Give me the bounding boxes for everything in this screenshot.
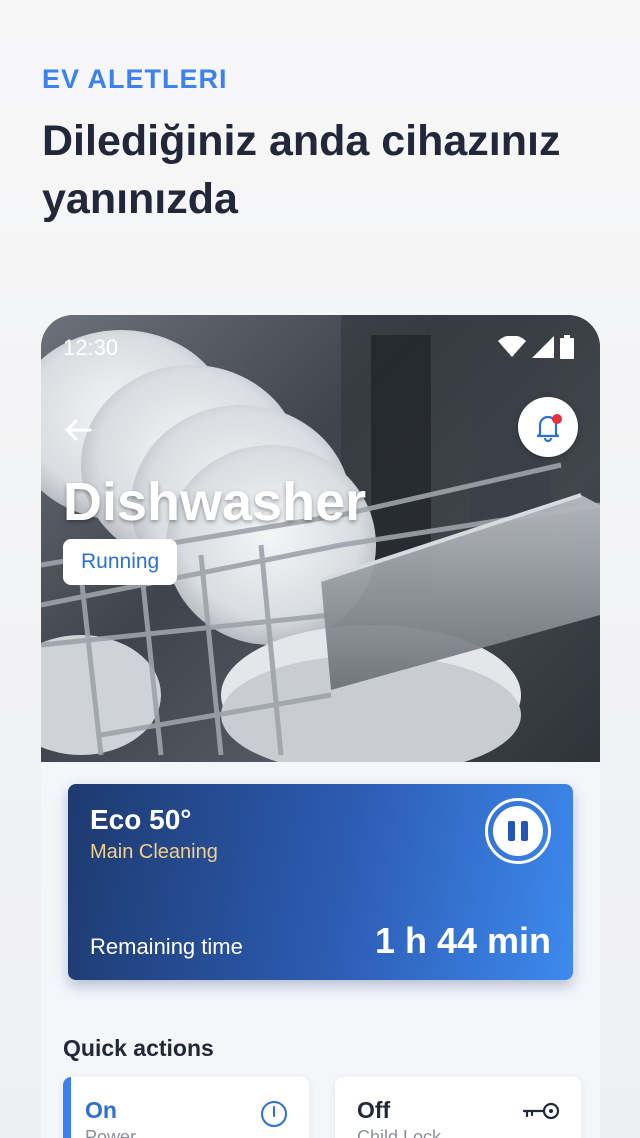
appliance-title: Dishwasher xyxy=(63,472,367,532)
status-time: 12:30 xyxy=(63,335,119,360)
arrow-left-icon xyxy=(65,419,92,441)
remaining-time-label: Remaining time xyxy=(90,934,243,959)
pause-icon xyxy=(493,806,543,856)
status-badge: Running xyxy=(63,539,178,585)
quick-action-value: Off xyxy=(357,1097,391,1123)
phone-mockup: 12:30 Dishwasher Running Eco 50° Main Cl… xyxy=(41,315,600,1138)
wifi-icon xyxy=(498,336,526,357)
signal-icon xyxy=(532,336,554,358)
quick-action-value: On xyxy=(85,1097,117,1123)
key-icon xyxy=(522,1102,560,1120)
quick-action-label: Power xyxy=(85,1127,137,1138)
quick-action-power[interactable]: On Power xyxy=(63,1077,309,1138)
quick-action-child-lock[interactable]: Off Child Lock xyxy=(335,1077,581,1138)
bell-icon xyxy=(536,414,562,443)
pause-button[interactable] xyxy=(485,798,551,864)
selected-accent xyxy=(63,1077,71,1138)
battery-icon xyxy=(560,335,574,359)
hero-image: 12:30 Dishwasher Running xyxy=(41,315,600,762)
notification-dot xyxy=(552,414,562,424)
back-button[interactable] xyxy=(61,413,95,447)
notifications-button[interactable] xyxy=(518,397,578,457)
program-phase: Main Cleaning xyxy=(90,841,218,863)
quick-actions-title: Quick actions xyxy=(63,1035,214,1061)
program-card[interactable]: Eco 50° Main Cleaning Remaining time 1 h… xyxy=(68,784,573,980)
remaining-time-value: 1 h 44 min xyxy=(374,920,551,961)
quick-action-label: Child Lock xyxy=(357,1127,442,1138)
headline: Dilediğiniz anda cihazınız yanınızda xyxy=(42,117,561,223)
program-name: Eco 50° xyxy=(90,804,192,835)
eyebrow-label: EV ALETLERI xyxy=(42,64,228,94)
power-icon xyxy=(261,1101,287,1127)
status-icons xyxy=(498,335,574,359)
